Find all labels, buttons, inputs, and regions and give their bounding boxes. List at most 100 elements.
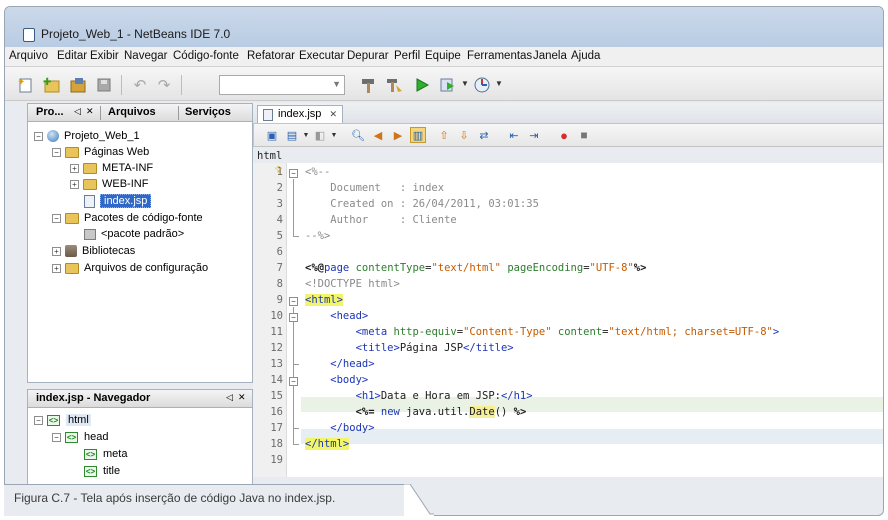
code-token: --%> [305, 230, 331, 242]
find-next-icon[interactable]: ▶ [390, 127, 406, 143]
close-icon[interactable]: ✕ [86, 106, 94, 117]
tree-item-web-inf[interactable]: + WEB-INF [70, 176, 148, 192]
tree-item-default-package[interactable]: <pacote padrão> [84, 226, 184, 242]
line-number: 12 [270, 342, 283, 354]
nav-item-html[interactable]: − <> html [34, 412, 91, 428]
clean-build-icon[interactable] [383, 74, 405, 96]
toggle-highlight-icon[interactable]: ▥ [410, 127, 426, 143]
menu-depurar[interactable]: Depurar [347, 50, 389, 62]
collapse-icon[interactable]: − [34, 131, 43, 141]
close-icon[interactable]: ✕ [238, 392, 246, 403]
menu-navegar[interactable]: Navegar [124, 50, 167, 62]
nav-item-meta[interactable]: <> meta [84, 446, 127, 462]
profile-icon[interactable] [471, 74, 493, 96]
tab-index-jsp[interactable]: index.jsp ✕ [257, 105, 343, 123]
collapse-icon[interactable]: − [34, 415, 43, 425]
navigator-title[interactable]: index.jsp - Navegador [36, 392, 150, 404]
fold-collapse-icon[interactable]: − [289, 169, 298, 178]
menu-janela[interactable]: Janela [533, 50, 567, 62]
code-line-17: </body> [305, 422, 374, 434]
shift-left-icon[interactable]: ⇤ [506, 127, 522, 143]
tree-item-web-pages[interactable]: − Páginas Web [52, 144, 149, 160]
menu-refatorar[interactable]: Refatorar [247, 50, 295, 62]
collapse-icon[interactable]: − [52, 213, 61, 223]
start-macro-icon[interactable]: ● [556, 127, 572, 143]
line-number: 9 [276, 294, 283, 306]
fold-collapse-icon[interactable]: − [289, 377, 298, 386]
new-file-icon[interactable]: ✦ [15, 74, 37, 96]
tree-item-libraries[interactable]: + Bibliotecas [52, 243, 135, 259]
close-icon[interactable]: ✕ [329, 106, 337, 122]
fold-collapse-icon[interactable]: − [289, 297, 298, 306]
tab-projetos[interactable]: Pro... [36, 106, 64, 118]
matched-tag: <html> [305, 294, 343, 306]
navigator-header: index.jsp - Navegador ◁ ✕ [28, 390, 252, 408]
code-line-14: <body> [305, 374, 368, 386]
chevron-down-icon[interactable]: ▼ [326, 127, 342, 143]
tree-item-project[interactable]: − Projeto_Web_1 [34, 128, 140, 144]
tab-servicos[interactable]: Serviços [185, 106, 231, 118]
html-tag-icon: <> [84, 465, 97, 477]
tree-item-source-packages[interactable]: − Pacotes de código-fonte [52, 210, 203, 226]
chevron-down-icon[interactable]: ▼ [461, 79, 469, 88]
tree-item-meta-inf[interactable]: + META-INF [70, 160, 153, 176]
code-line-7: <%@page contentType="text/html" pageEnco… [305, 262, 646, 274]
menu-equipe[interactable]: Equipe [425, 50, 461, 62]
chevron-down-icon[interactable]: ▼ [495, 79, 503, 88]
collapse-icon[interactable]: − [52, 147, 61, 157]
minimize-icon[interactable]: ◁ [74, 106, 81, 117]
code-token: </head> [305, 358, 375, 370]
code-editor[interactable]: 1 2 3 4 5 6 7 8 9 10 11 12 13 14 15 16 1… [253, 163, 883, 477]
minimize-icon[interactable]: ◁ [226, 392, 233, 403]
menu-ferramentas[interactable]: Ferramentas [467, 50, 532, 62]
previous-bookmark-icon[interactable]: ⇧ [436, 127, 452, 143]
collapse-icon[interactable]: − [52, 432, 61, 442]
find-icon[interactable]: 🔍︎ [350, 127, 366, 143]
code-token: Date [469, 406, 495, 418]
expand-icon[interactable]: + [52, 246, 61, 256]
tree-item-config-files[interactable]: + Arquivos de configuração [52, 260, 208, 276]
tree-item-index-jsp[interactable]: index.jsp [84, 193, 152, 209]
undo-icon[interactable]: ↶ [129, 74, 151, 96]
menu-editar[interactable]: Editar [57, 50, 87, 62]
toolbar-separator [181, 75, 182, 95]
navigator-pane: index.jsp - Navegador ◁ ✕ − <> html − <>… [27, 389, 253, 485]
jsp-file-icon [263, 109, 273, 121]
html-tag-icon: <> [84, 448, 97, 460]
nav-item-title[interactable]: <> title [84, 463, 120, 479]
fold-collapse-icon[interactable]: − [289, 313, 298, 322]
new-project-icon[interactable]: ✚ [41, 74, 63, 96]
redo-icon[interactable]: ↷ [153, 74, 175, 96]
fold-guide [293, 387, 294, 428]
expand-icon[interactable]: + [70, 163, 79, 173]
shift-right-icon[interactable]: ⇥ [526, 127, 542, 143]
source-view-icon[interactable]: ▣ [264, 127, 280, 143]
expand-icon[interactable]: + [70, 179, 79, 189]
line-number: 5 [276, 230, 283, 242]
toggle-bookmark-icon[interactable]: ⇄ [476, 127, 492, 143]
configuration-combo[interactable]: ▼ [219, 75, 345, 95]
find-previous-icon[interactable]: ◀ [370, 127, 386, 143]
menu-ajuda[interactable]: Ajuda [571, 50, 600, 62]
save-all-icon[interactable] [93, 74, 115, 96]
code-token: () [494, 406, 514, 418]
menu-executar[interactable]: Executar [299, 50, 344, 62]
lightbulb-hint-icon[interactable]: 💡︎ [275, 165, 282, 176]
menu-arquivo[interactable]: Arquivo [9, 50, 48, 62]
open-project-icon[interactable] [67, 74, 89, 96]
code-token: <h1> [305, 390, 381, 402]
stop-macro-icon[interactable]: ■ [576, 127, 592, 143]
debug-icon[interactable] [437, 74, 459, 96]
expand-icon[interactable]: + [52, 263, 61, 273]
menu-perfil[interactable]: Perfil [394, 50, 420, 62]
menu-exibir[interactable]: Exibir [90, 50, 119, 62]
code-token: "text/html" [431, 262, 501, 274]
run-icon[interactable] [411, 74, 433, 96]
nav-item-head[interactable]: − <> head [52, 429, 108, 445]
menu-codigo-fonte[interactable]: Código-fonte [173, 50, 239, 62]
tab-arquivos[interactable]: Arquivos [108, 106, 156, 118]
breadcrumb[interactable]: html [257, 150, 282, 162]
fold-guide [293, 444, 299, 445]
build-hammer-icon[interactable] [357, 74, 379, 96]
next-bookmark-icon[interactable]: ⇩ [456, 127, 472, 143]
